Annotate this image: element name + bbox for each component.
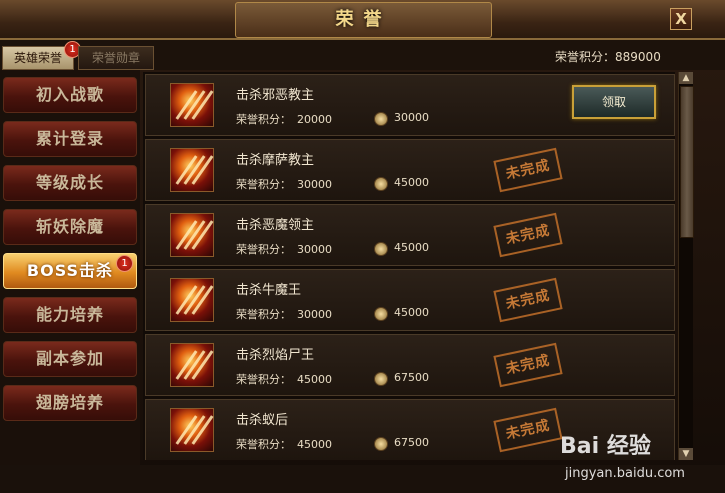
coin-icon bbox=[374, 112, 388, 126]
sidebar-item-login[interactable]: 累计登录 bbox=[3, 121, 137, 157]
honor-points-label: 荣誉积分： bbox=[555, 50, 616, 64]
close-button[interactable]: X bbox=[670, 8, 692, 30]
incomplete-stamp: 未完成 bbox=[493, 147, 563, 193]
arrow-down-icon[interactable]: ▼ bbox=[679, 448, 693, 460]
sidebar-item-ability[interactable]: 能力培养 bbox=[3, 297, 137, 333]
flame-claw-icon bbox=[170, 343, 214, 387]
sidebar-item-dungeon[interactable]: 副本参加 bbox=[3, 341, 137, 377]
flame-claw-icon bbox=[170, 148, 214, 192]
quest-honor: 荣誉积分： 30000 bbox=[236, 178, 332, 191]
quest-gold: 45000 bbox=[394, 241, 429, 254]
incomplete-stamp: 未完成 bbox=[493, 277, 563, 323]
coin-icon bbox=[374, 307, 388, 321]
quest-name: 击杀恶魔领主 bbox=[236, 218, 315, 233]
title-bar: 荣誉 X bbox=[0, 0, 725, 40]
quest-gold: 67500 bbox=[394, 371, 429, 384]
quest-honor: 荣誉积分： 30000 bbox=[236, 243, 332, 256]
window-title: 荣誉 bbox=[235, 2, 492, 38]
sidebar-item-monster[interactable]: 斩妖除魔 bbox=[3, 209, 137, 245]
honor-points: 荣誉积分：889000 bbox=[555, 48, 661, 65]
sidebar-item-first-battle[interactable]: 初入战歌 bbox=[3, 77, 137, 113]
quest-row: 击杀牛魔王 荣誉积分： 30000 45000 未完成 bbox=[145, 269, 675, 331]
quest-honor: 荣誉积分： 45000 bbox=[236, 438, 332, 451]
coin-icon bbox=[374, 437, 388, 451]
incomplete-stamp: 未完成 bbox=[493, 342, 563, 388]
incomplete-stamp: 未完成 bbox=[493, 212, 563, 258]
quest-gold: 67500 bbox=[394, 436, 429, 449]
quest-name: 击杀摩萨教主 bbox=[236, 153, 315, 168]
coin-icon bbox=[374, 372, 388, 386]
quest-name: 击杀牛魔王 bbox=[236, 283, 302, 298]
quest-row: 击杀邪恶教主 荣誉积分： 20000 30000 领取 bbox=[145, 74, 675, 136]
quest-row: 击杀烈焰尸王 荣誉积分： 45000 67500 未完成 bbox=[145, 334, 675, 396]
watermark-url: jingyan.baidu.com bbox=[565, 466, 685, 481]
quest-name: 击杀邪恶教主 bbox=[236, 88, 315, 103]
honor-window: 荣誉 X 英雄荣誉 1 荣誉勋章 荣誉积分：889000 初入战歌 累计登录 等… bbox=[0, 0, 725, 493]
coin-icon bbox=[374, 177, 388, 191]
quest-gold: 45000 bbox=[394, 306, 429, 319]
claim-button[interactable]: 领取 bbox=[572, 85, 656, 119]
quest-row: 击杀恶魔领主 荣誉积分： 30000 45000 未完成 bbox=[145, 204, 675, 266]
quest-name: 击杀烈焰尸王 bbox=[236, 348, 315, 363]
flame-claw-icon bbox=[170, 213, 214, 257]
tab-honor-medal[interactable]: 荣誉勋章 bbox=[78, 46, 154, 70]
quest-honor: 荣誉积分： 45000 bbox=[236, 373, 332, 386]
flame-claw-icon bbox=[170, 278, 214, 322]
quest-row: 击杀摩萨教主 荣誉积分： 30000 45000 未完成 bbox=[145, 139, 675, 201]
honor-points-value: 889000 bbox=[615, 50, 661, 64]
sidebar-item-level[interactable]: 等级成长 bbox=[3, 165, 137, 201]
watermark-logo: Bai 经验 bbox=[560, 434, 651, 459]
scroll-thumb[interactable] bbox=[680, 86, 694, 238]
quest-honor: 荣誉积分： 30000 bbox=[236, 308, 332, 321]
arrow-up-icon[interactable]: ▲ bbox=[679, 72, 693, 84]
quest-name: 击杀蚁后 bbox=[236, 413, 289, 428]
coin-icon bbox=[374, 242, 388, 256]
quest-gold: 30000 bbox=[394, 111, 429, 124]
incomplete-stamp: 未完成 bbox=[493, 407, 563, 453]
flame-claw-icon bbox=[170, 83, 214, 127]
quest-gold: 45000 bbox=[394, 176, 429, 189]
quest-honor: 荣誉积分： 20000 bbox=[236, 113, 332, 126]
sidebar-badge: 1 bbox=[116, 255, 133, 272]
scrollbar[interactable]: ▲ ▼ bbox=[678, 72, 694, 460]
sidebar-item-wings[interactable]: 翅膀培养 bbox=[3, 385, 137, 421]
flame-claw-icon bbox=[170, 408, 214, 452]
quest-list: 击杀邪恶教主 荣誉积分： 20000 30000 领取 击杀摩萨教主 荣誉积分： 3… bbox=[143, 72, 675, 460]
